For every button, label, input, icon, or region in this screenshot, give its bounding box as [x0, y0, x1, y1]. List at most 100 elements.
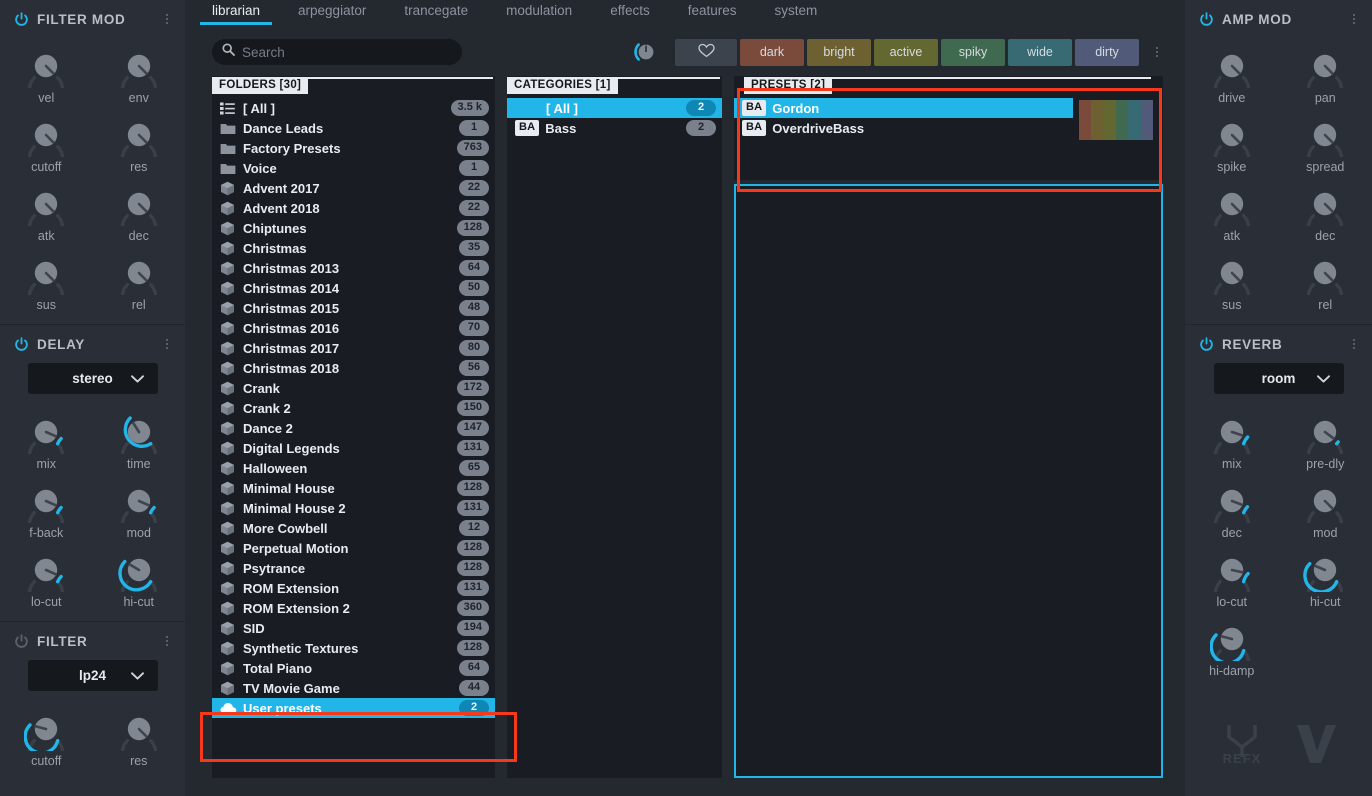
- knob-atk[interactable]: atk: [1185, 176, 1279, 245]
- knob-dial-icon[interactable]: [1210, 548, 1254, 592]
- knob-mod[interactable]: mod: [93, 473, 186, 542]
- list-item[interactable]: Crank 172: [212, 378, 495, 398]
- knob-dial-icon[interactable]: [1210, 182, 1254, 226]
- tab-features[interactable]: features: [688, 0, 737, 25]
- knob-time[interactable]: time: [93, 404, 186, 473]
- list-item[interactable]: [ All ] 2: [507, 98, 722, 118]
- dropdown-reverb[interactable]: room: [1213, 363, 1344, 394]
- knob-pre-dly[interactable]: pre-dly: [1279, 404, 1372, 473]
- knob-dial-icon[interactable]: [1303, 548, 1347, 592]
- kebab-menu-icon[interactable]: [161, 337, 173, 351]
- dropdown-filter[interactable]: lp24: [27, 660, 158, 691]
- knob-dial-icon[interactable]: [1303, 44, 1347, 88]
- knob-dial-icon[interactable]: [24, 479, 68, 523]
- tag-button-dark[interactable]: dark: [740, 38, 804, 66]
- list-item[interactable]: SID 194: [212, 618, 495, 638]
- knob-vel[interactable]: vel: [0, 38, 93, 107]
- knob-dec[interactable]: dec: [1279, 176, 1372, 245]
- categories-list[interactable]: [ All ] 2 BA Bass 2: [507, 96, 722, 778]
- knob-dial-icon[interactable]: [117, 182, 161, 226]
- preset-detail-area[interactable]: [734, 184, 1163, 778]
- knob-rel[interactable]: rel: [1279, 245, 1372, 314]
- presets-list[interactable]: BA Gordon BA OverdriveBass: [734, 96, 1073, 180]
- list-item[interactable]: Digital Legends 131: [212, 438, 495, 458]
- list-item[interactable]: Perpetual Motion 128: [212, 538, 495, 558]
- list-item[interactable]: Christmas 2015 48: [212, 298, 495, 318]
- list-item[interactable]: More Cowbell 12: [212, 518, 495, 538]
- knob-hi-damp[interactable]: hi-damp: [1185, 611, 1279, 680]
- favorite-tag-button[interactable]: [675, 38, 737, 66]
- kebab-menu-icon[interactable]: [161, 634, 173, 648]
- knob-dial-icon[interactable]: [1303, 479, 1347, 523]
- tab-librarian[interactable]: librarian: [199, 0, 273, 25]
- knob-dec[interactable]: dec: [93, 176, 186, 245]
- kebab-menu-icon[interactable]: [161, 12, 173, 26]
- tag-filter-knob[interactable]: [631, 37, 661, 67]
- knob-dial-icon[interactable]: [1303, 113, 1347, 157]
- knob-lo-cut[interactable]: lo-cut: [1185, 542, 1279, 611]
- knob-dial-icon[interactable]: [1210, 410, 1254, 454]
- list-item[interactable]: BA Bass 2: [507, 118, 722, 138]
- knob-spike[interactable]: spike: [1185, 107, 1279, 176]
- power-icon[interactable]: [1199, 336, 1214, 352]
- list-item[interactable]: Chiptunes 128: [212, 218, 495, 238]
- list-item[interactable]: Christmas 2018 56: [212, 358, 495, 378]
- list-item[interactable]: BA OverdriveBass: [734, 118, 1073, 138]
- knob-dial-icon[interactable]: [1303, 251, 1347, 295]
- list-item[interactable]: Total Piano 64: [212, 658, 495, 678]
- knob-dec[interactable]: dec: [1185, 473, 1279, 542]
- knob-mix[interactable]: mix: [0, 404, 93, 473]
- tab-system[interactable]: system: [775, 0, 818, 25]
- knob-dial-icon[interactable]: [24, 410, 68, 454]
- knob-sus[interactable]: sus: [1185, 245, 1279, 314]
- list-item[interactable]: ROM Extension 2 360: [212, 598, 495, 618]
- list-item[interactable]: Minimal House 128: [212, 478, 495, 498]
- knob-dial-icon[interactable]: [24, 548, 68, 592]
- knob-mix[interactable]: mix: [1185, 404, 1279, 473]
- tag-button-dirty[interactable]: dirty: [1075, 38, 1139, 66]
- knob-dial-icon[interactable]: [1210, 44, 1254, 88]
- list-item[interactable]: Christmas 2014 50: [212, 278, 495, 298]
- knob-dial-icon[interactable]: [24, 251, 68, 295]
- power-icon[interactable]: [14, 633, 29, 649]
- knob-dial-icon[interactable]: [24, 707, 68, 751]
- list-item[interactable]: Christmas 2013 64: [212, 258, 495, 278]
- tab-arpeggiator[interactable]: arpeggiator: [298, 0, 366, 25]
- list-item[interactable]: Christmas 2016 70: [212, 318, 495, 338]
- list-item[interactable]: Dance Leads 1: [212, 118, 495, 138]
- knob-drive[interactable]: drive: [1185, 38, 1279, 107]
- list-item[interactable]: Factory Presets 763: [212, 138, 495, 158]
- knob-dial-icon[interactable]: [1303, 410, 1347, 454]
- tab-modulation[interactable]: modulation: [506, 0, 572, 25]
- knob-res[interactable]: res: [93, 701, 186, 770]
- tagbar-kebab-menu-icon[interactable]: [1151, 45, 1163, 59]
- list-item[interactable]: ROM Extension 131: [212, 578, 495, 598]
- knob-mod[interactable]: mod: [1279, 473, 1372, 542]
- power-icon[interactable]: [14, 336, 29, 352]
- knob-dial-icon[interactable]: [117, 479, 161, 523]
- knob-atk[interactable]: atk: [0, 176, 93, 245]
- knob-dial-icon[interactable]: [1209, 617, 1254, 661]
- tag-button-wide[interactable]: wide: [1008, 38, 1072, 66]
- knob-dial-icon[interactable]: [117, 113, 161, 157]
- knob-dial-icon[interactable]: [24, 113, 68, 157]
- kebab-menu-icon[interactable]: [1348, 337, 1360, 351]
- knob-dial-icon[interactable]: [1210, 479, 1254, 523]
- knob-dial-icon[interactable]: [1303, 182, 1347, 226]
- list-item[interactable]: Dance 2 147: [212, 418, 495, 438]
- list-item[interactable]: Christmas 2017 80: [212, 338, 495, 358]
- knob-dial-icon[interactable]: [1210, 113, 1254, 157]
- tag-button-spiky[interactable]: spiky: [941, 38, 1005, 66]
- list-item[interactable]: TV Movie Game 44: [212, 678, 495, 698]
- list-item[interactable]: Synthetic Textures 128: [212, 638, 495, 658]
- knob-dial-icon[interactable]: [117, 251, 161, 295]
- tab-effects[interactable]: effects: [610, 0, 650, 25]
- list-item[interactable]: Christmas 35: [212, 238, 495, 258]
- tag-button-bright[interactable]: bright: [807, 38, 871, 66]
- knob-dial-icon[interactable]: [1210, 251, 1254, 295]
- list-item[interactable]: Halloween 65: [212, 458, 495, 478]
- tag-button-active[interactable]: active: [874, 38, 938, 66]
- knob-cutoff[interactable]: cutoff: [0, 701, 93, 770]
- knob-res[interactable]: res: [93, 107, 186, 176]
- knob-rel[interactable]: rel: [93, 245, 186, 314]
